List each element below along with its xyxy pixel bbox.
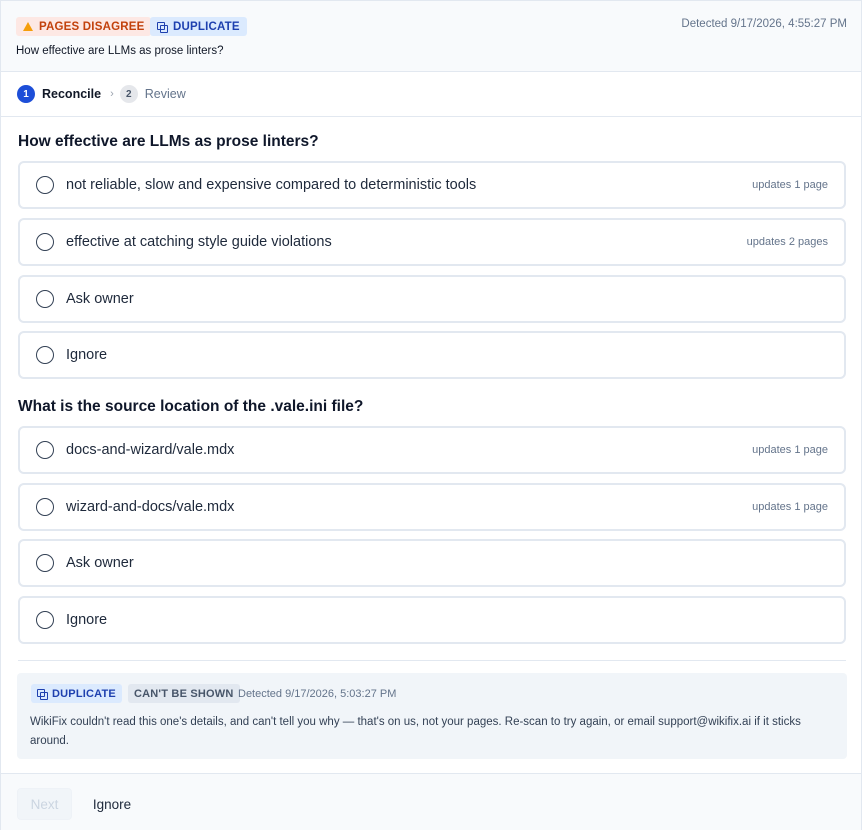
next-button[interactable]: Next	[17, 788, 72, 820]
radio-button[interactable]	[36, 498, 54, 516]
duplicate-badge: DUPLICATE	[31, 684, 122, 703]
option-label: Ignore	[66, 347, 108, 363]
pages-disagree-label: PAGES DISAGREE	[39, 20, 145, 33]
option-updates-count: updates 1 page	[752, 444, 828, 456]
option-updates-count: updates 1 page	[752, 501, 828, 513]
chevron-right-icon: ›	[110, 88, 114, 100]
ignore-button[interactable]: Ignore	[81, 788, 143, 820]
radio-button[interactable]	[36, 611, 54, 629]
option-label: not reliable, slow and expensive compare…	[66, 177, 477, 193]
detected-timestamp: Detected 9/17/2026, 5:03:27 PM	[238, 688, 397, 700]
radio-button[interactable]	[36, 441, 54, 459]
option-label: Ask owner	[66, 555, 134, 571]
cant-be-shown-badge: CAN'T BE SHOWN	[128, 684, 240, 703]
option-label: Ask owner	[66, 291, 134, 307]
warning-icon	[23, 22, 33, 31]
answer-option[interactable]: docs-and-wizard/vale.mdx updates 1 page	[18, 426, 846, 474]
duplicate-icon	[37, 688, 48, 700]
answer-option-ignore[interactable]: Ignore	[18, 331, 846, 379]
question-title: What is the source location of the .vale…	[18, 398, 364, 415]
answer-option-ask-owner[interactable]: Ask owner	[18, 275, 846, 323]
radio-button[interactable]	[36, 554, 54, 572]
duplicate-label: DUPLICATE	[52, 687, 116, 700]
step-review[interactable]: Review	[145, 87, 186, 101]
option-label: Ignore	[66, 612, 108, 628]
duplicate-label: DUPLICATE	[173, 20, 240, 33]
duplicate-icon	[157, 21, 168, 33]
answer-option[interactable]: wizard-and-docs/vale.mdx updates 1 page	[18, 483, 846, 531]
divider	[18, 660, 846, 661]
step-reconcile[interactable]: Reconcile	[42, 87, 101, 101]
radio-button[interactable]	[36, 233, 54, 251]
notice-message: WikiFix couldn't read this one's details…	[30, 716, 801, 747]
option-label: wizard-and-docs/vale.mdx	[66, 499, 235, 515]
conflict-title: How effective are LLMs as prose linters?	[16, 45, 224, 57]
radio-button[interactable]	[36, 176, 54, 194]
answer-option-ask-owner[interactable]: Ask owner	[18, 539, 846, 587]
radio-button[interactable]	[36, 346, 54, 364]
unreadable-conflict-notice: DUPLICATE CAN'T BE SHOWN Detected 9/17/2…	[17, 673, 847, 759]
answer-option[interactable]: not reliable, slow and expensive compare…	[18, 161, 846, 209]
duplicate-badge: DUPLICATE	[150, 17, 247, 36]
option-label: docs-and-wizard/vale.mdx	[66, 442, 235, 458]
step-1-number: 1	[17, 85, 35, 103]
answer-option[interactable]: effective at catching style guide violat…	[18, 218, 846, 266]
option-updates-count: updates 2 pages	[746, 236, 828, 248]
option-label: effective at catching style guide violat…	[66, 234, 332, 250]
option-updates-count: updates 1 page	[752, 179, 828, 191]
radio-button[interactable]	[36, 290, 54, 308]
step-2-number: 2	[119, 85, 138, 103]
conflict-header: PAGES DISAGREE DUPLICATE How effective a…	[1, 1, 861, 72]
stepper: 1 Reconcile › 2 Review	[1, 72, 861, 117]
question-title: How effective are LLMs as prose linters?	[18, 133, 319, 150]
reconcile-panel: PAGES DISAGREE DUPLICATE How effective a…	[0, 0, 862, 830]
pages-disagree-badge: PAGES DISAGREE	[16, 17, 152, 36]
answer-option-ignore[interactable]: Ignore	[18, 596, 846, 644]
action-footer: Next Ignore	[1, 773, 861, 830]
detected-timestamp: Detected 9/17/2026, 4:55:27 PM	[681, 18, 847, 30]
